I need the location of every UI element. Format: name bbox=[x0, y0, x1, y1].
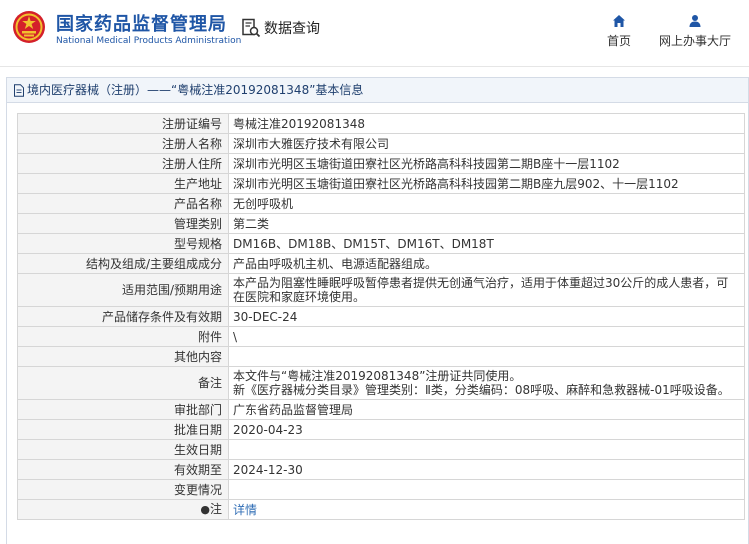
table-row: 有效期至 2024-12-30 bbox=[17, 459, 745, 480]
table-row: 批准日期 2020-04-23 bbox=[17, 419, 745, 440]
field-value: \ bbox=[228, 326, 745, 347]
field-value bbox=[228, 346, 745, 367]
table-row: 产品储存条件及有效期 30-DEC-24 bbox=[17, 306, 745, 327]
field-value: 深圳市光明区玉塘街道田寮社区光桥路高科科技园第二期B座十一层1102 bbox=[228, 153, 745, 174]
field-label: 附件 bbox=[17, 326, 229, 347]
field-value: 深圳市光明区玉塘街道田寮社区光桥路高科科技园第二期B座九层902、十一层1102 bbox=[228, 173, 745, 194]
field-label: 注册人住所 bbox=[17, 153, 229, 174]
field-value bbox=[228, 479, 745, 500]
field-label: 备注 bbox=[17, 366, 229, 400]
field-label: 有效期至 bbox=[17, 459, 229, 480]
document-icon bbox=[14, 83, 24, 97]
field-label: 结构及组成/主要组成成分 bbox=[17, 253, 229, 274]
details-link[interactable]: 详情 bbox=[233, 503, 257, 517]
search-document-icon bbox=[242, 18, 261, 38]
field-label: 适用范围/预期用途 bbox=[17, 273, 229, 307]
table-row: 产品名称 无创呼吸机 bbox=[17, 193, 745, 214]
table-row: 生产地址 深圳市光明区玉塘街道田寮社区光桥路高科科技园第二期B座九层902、十一层… bbox=[17, 173, 745, 194]
data-query-label: 数据查询 bbox=[264, 21, 320, 37]
table-row: 其他内容 bbox=[17, 346, 745, 367]
national-emblem-icon bbox=[13, 11, 45, 43]
field-label: 变更情况 bbox=[17, 479, 229, 500]
pin-icon: ● bbox=[200, 503, 210, 516]
info-table: 注册证编号 粤械注准20192081348 注册人名称 深圳市大雅医疗技术有限公司 … bbox=[17, 113, 745, 520]
field-value: 广东省药品监督管理局 bbox=[228, 399, 745, 420]
field-value: 第二类 bbox=[228, 213, 745, 234]
nav-home[interactable]: 首页 bbox=[604, 14, 634, 49]
panel-title: 境内医疗器械（注册）——“粤械注准20192081348”基本信息 bbox=[27, 83, 364, 97]
field-value: 2024-12-30 bbox=[228, 459, 745, 480]
table-row: 结构及组成/主要组成成分 产品由呼吸机主机、电源适配器组成。 bbox=[17, 253, 745, 274]
table-row: 备注 本文件与“粤械注准20192081348”注册证共同使用。 新《医疗器械分类… bbox=[17, 366, 745, 400]
table-row: ●注 详情 bbox=[17, 499, 745, 520]
field-label: 产品名称 bbox=[17, 193, 229, 214]
field-value: 粤械注准20192081348 bbox=[228, 113, 745, 134]
table-row: 变更情况 bbox=[17, 479, 745, 500]
note-label: 注 bbox=[209, 502, 222, 516]
field-label: 产品储存条件及有效期 bbox=[17, 306, 229, 327]
home-icon bbox=[613, 15, 625, 27]
field-value: 详情 bbox=[228, 499, 745, 520]
field-label: 生效日期 bbox=[17, 439, 229, 460]
field-label-note: ●注 bbox=[17, 499, 229, 520]
field-value: 2020-04-23 bbox=[228, 419, 745, 440]
table-row: 生效日期 bbox=[17, 439, 745, 460]
nav-online-office[interactable]: 网上办事大厅 bbox=[654, 14, 736, 49]
site-title[interactable]: 国家药品监督管理局 bbox=[56, 10, 227, 36]
field-label: 注册证编号 bbox=[17, 113, 229, 134]
field-value: 本文件与“粤械注准20192081348”注册证共同使用。 新《医疗器械分类目录… bbox=[228, 366, 745, 400]
field-value: 30-DEC-24 bbox=[228, 306, 745, 327]
table-row: 审批部门 广东省药品监督管理局 bbox=[17, 399, 745, 420]
nav-online-office-label: 网上办事大厅 bbox=[658, 34, 731, 48]
table-row: 管理类别 第二类 bbox=[17, 213, 745, 234]
panel-header: 境内医疗器械（注册）——“粤械注准20192081348”基本信息 bbox=[7, 78, 748, 103]
table-row: 附件 \ bbox=[17, 326, 745, 347]
table-row: 注册人住所 深圳市光明区玉塘街道田寮社区光桥路高科科技园第二期B座十一层1102 bbox=[17, 153, 745, 174]
table-row: 型号规格 DM16B、DM18B、DM15T、DM16T、DM18T bbox=[17, 233, 745, 254]
site-subtitle: National Medical Products Administration bbox=[56, 36, 242, 46]
field-value bbox=[228, 439, 745, 460]
field-label: 注册人名称 bbox=[17, 133, 229, 154]
table-row: 注册人名称 深圳市大雅医疗技术有限公司 bbox=[17, 133, 745, 154]
field-value: 产品由呼吸机主机、电源适配器组成。 bbox=[228, 253, 745, 274]
field-label: 审批部门 bbox=[17, 399, 229, 420]
table-row: 注册证编号 粤械注准20192081348 bbox=[17, 113, 745, 134]
field-value: 本产品为阻塞性睡眠呼吸暂停患者提供无创通气治疗，适用于体重超过30公斤的成人患者… bbox=[228, 273, 745, 307]
field-label: 生产地址 bbox=[17, 173, 229, 194]
detail-panel: 境内医疗器械（注册）——“粤械注准20192081348”基本信息 注册证编号粤… bbox=[6, 77, 749, 544]
field-label: 型号规格 bbox=[17, 233, 229, 254]
user-icon bbox=[689, 15, 701, 27]
field-label: 管理类别 bbox=[17, 213, 229, 234]
top-bar: 国家药品监督管理局 National Medical Products Admi… bbox=[0, 0, 749, 67]
nav-home-label: 首页 bbox=[606, 34, 631, 48]
table-row: 适用范围/预期用途 本产品为阻塞性睡眠呼吸暂停患者提供无创通气治疗，适用于体重超过… bbox=[17, 273, 745, 307]
field-value: 无创呼吸机 bbox=[228, 193, 745, 214]
field-label: 批准日期 bbox=[17, 419, 229, 440]
field-value: DM16B、DM18B、DM15T、DM16T、DM18T bbox=[228, 233, 745, 254]
data-query-link[interactable]: 数据查询 bbox=[241, 18, 320, 38]
field-label: 其他内容 bbox=[17, 346, 229, 367]
field-value: 深圳市大雅医疗技术有限公司 bbox=[228, 133, 745, 154]
